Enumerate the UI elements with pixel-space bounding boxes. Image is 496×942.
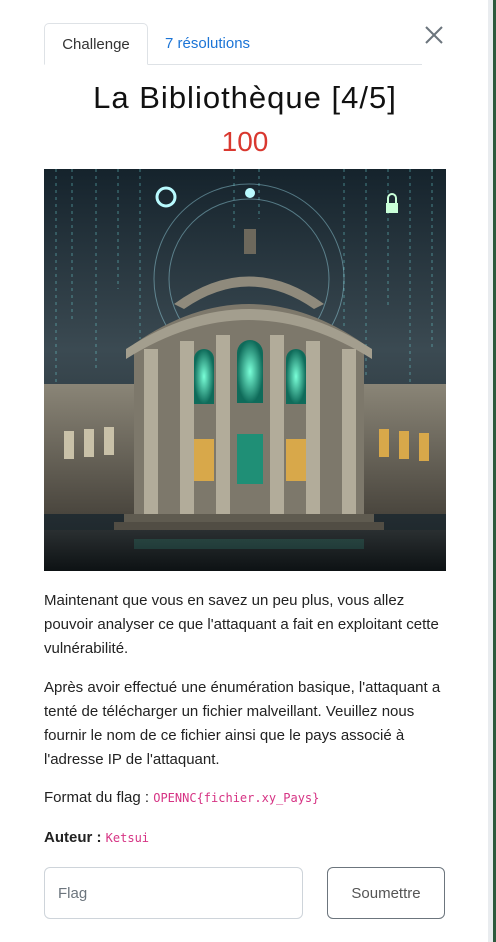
submit-button[interactable]: Soumettre	[327, 867, 445, 919]
description-paragraph-1: Maintenant que vous en savez un peu plus…	[44, 592, 439, 657]
flag-format-label: Format du flag :	[44, 789, 150, 806]
library-illustration	[44, 169, 446, 571]
page-edge	[488, 0, 496, 942]
tab-resolutions[interactable]: 7 résolutions	[165, 23, 250, 63]
challenge-points: 100	[221, 126, 269, 157]
author-line: Auteur : Ketsui	[44, 829, 149, 846]
challenge-modal: Challenge 7 résolutions La Bibliothèque …	[0, 0, 488, 942]
close-icon[interactable]	[423, 24, 445, 46]
author-label: Auteur :	[44, 829, 102, 846]
challenge-title: La Bibliothèque [4/5]	[93, 80, 397, 115]
flag-format-code: OPENNC{fichier.xy_Pays}	[153, 791, 320, 805]
tab-challenge[interactable]: Challenge	[44, 23, 148, 65]
flag-input[interactable]	[44, 867, 303, 919]
tab-bar: Challenge 7 résolutions	[44, 23, 422, 65]
author-name: Ketsui	[105, 831, 150, 845]
flag-format-line: Format du flag : OPENNC{fichier.xy_Pays}	[44, 789, 319, 806]
description-paragraph-2: Après avoir effectué une énumération bas…	[44, 679, 441, 768]
